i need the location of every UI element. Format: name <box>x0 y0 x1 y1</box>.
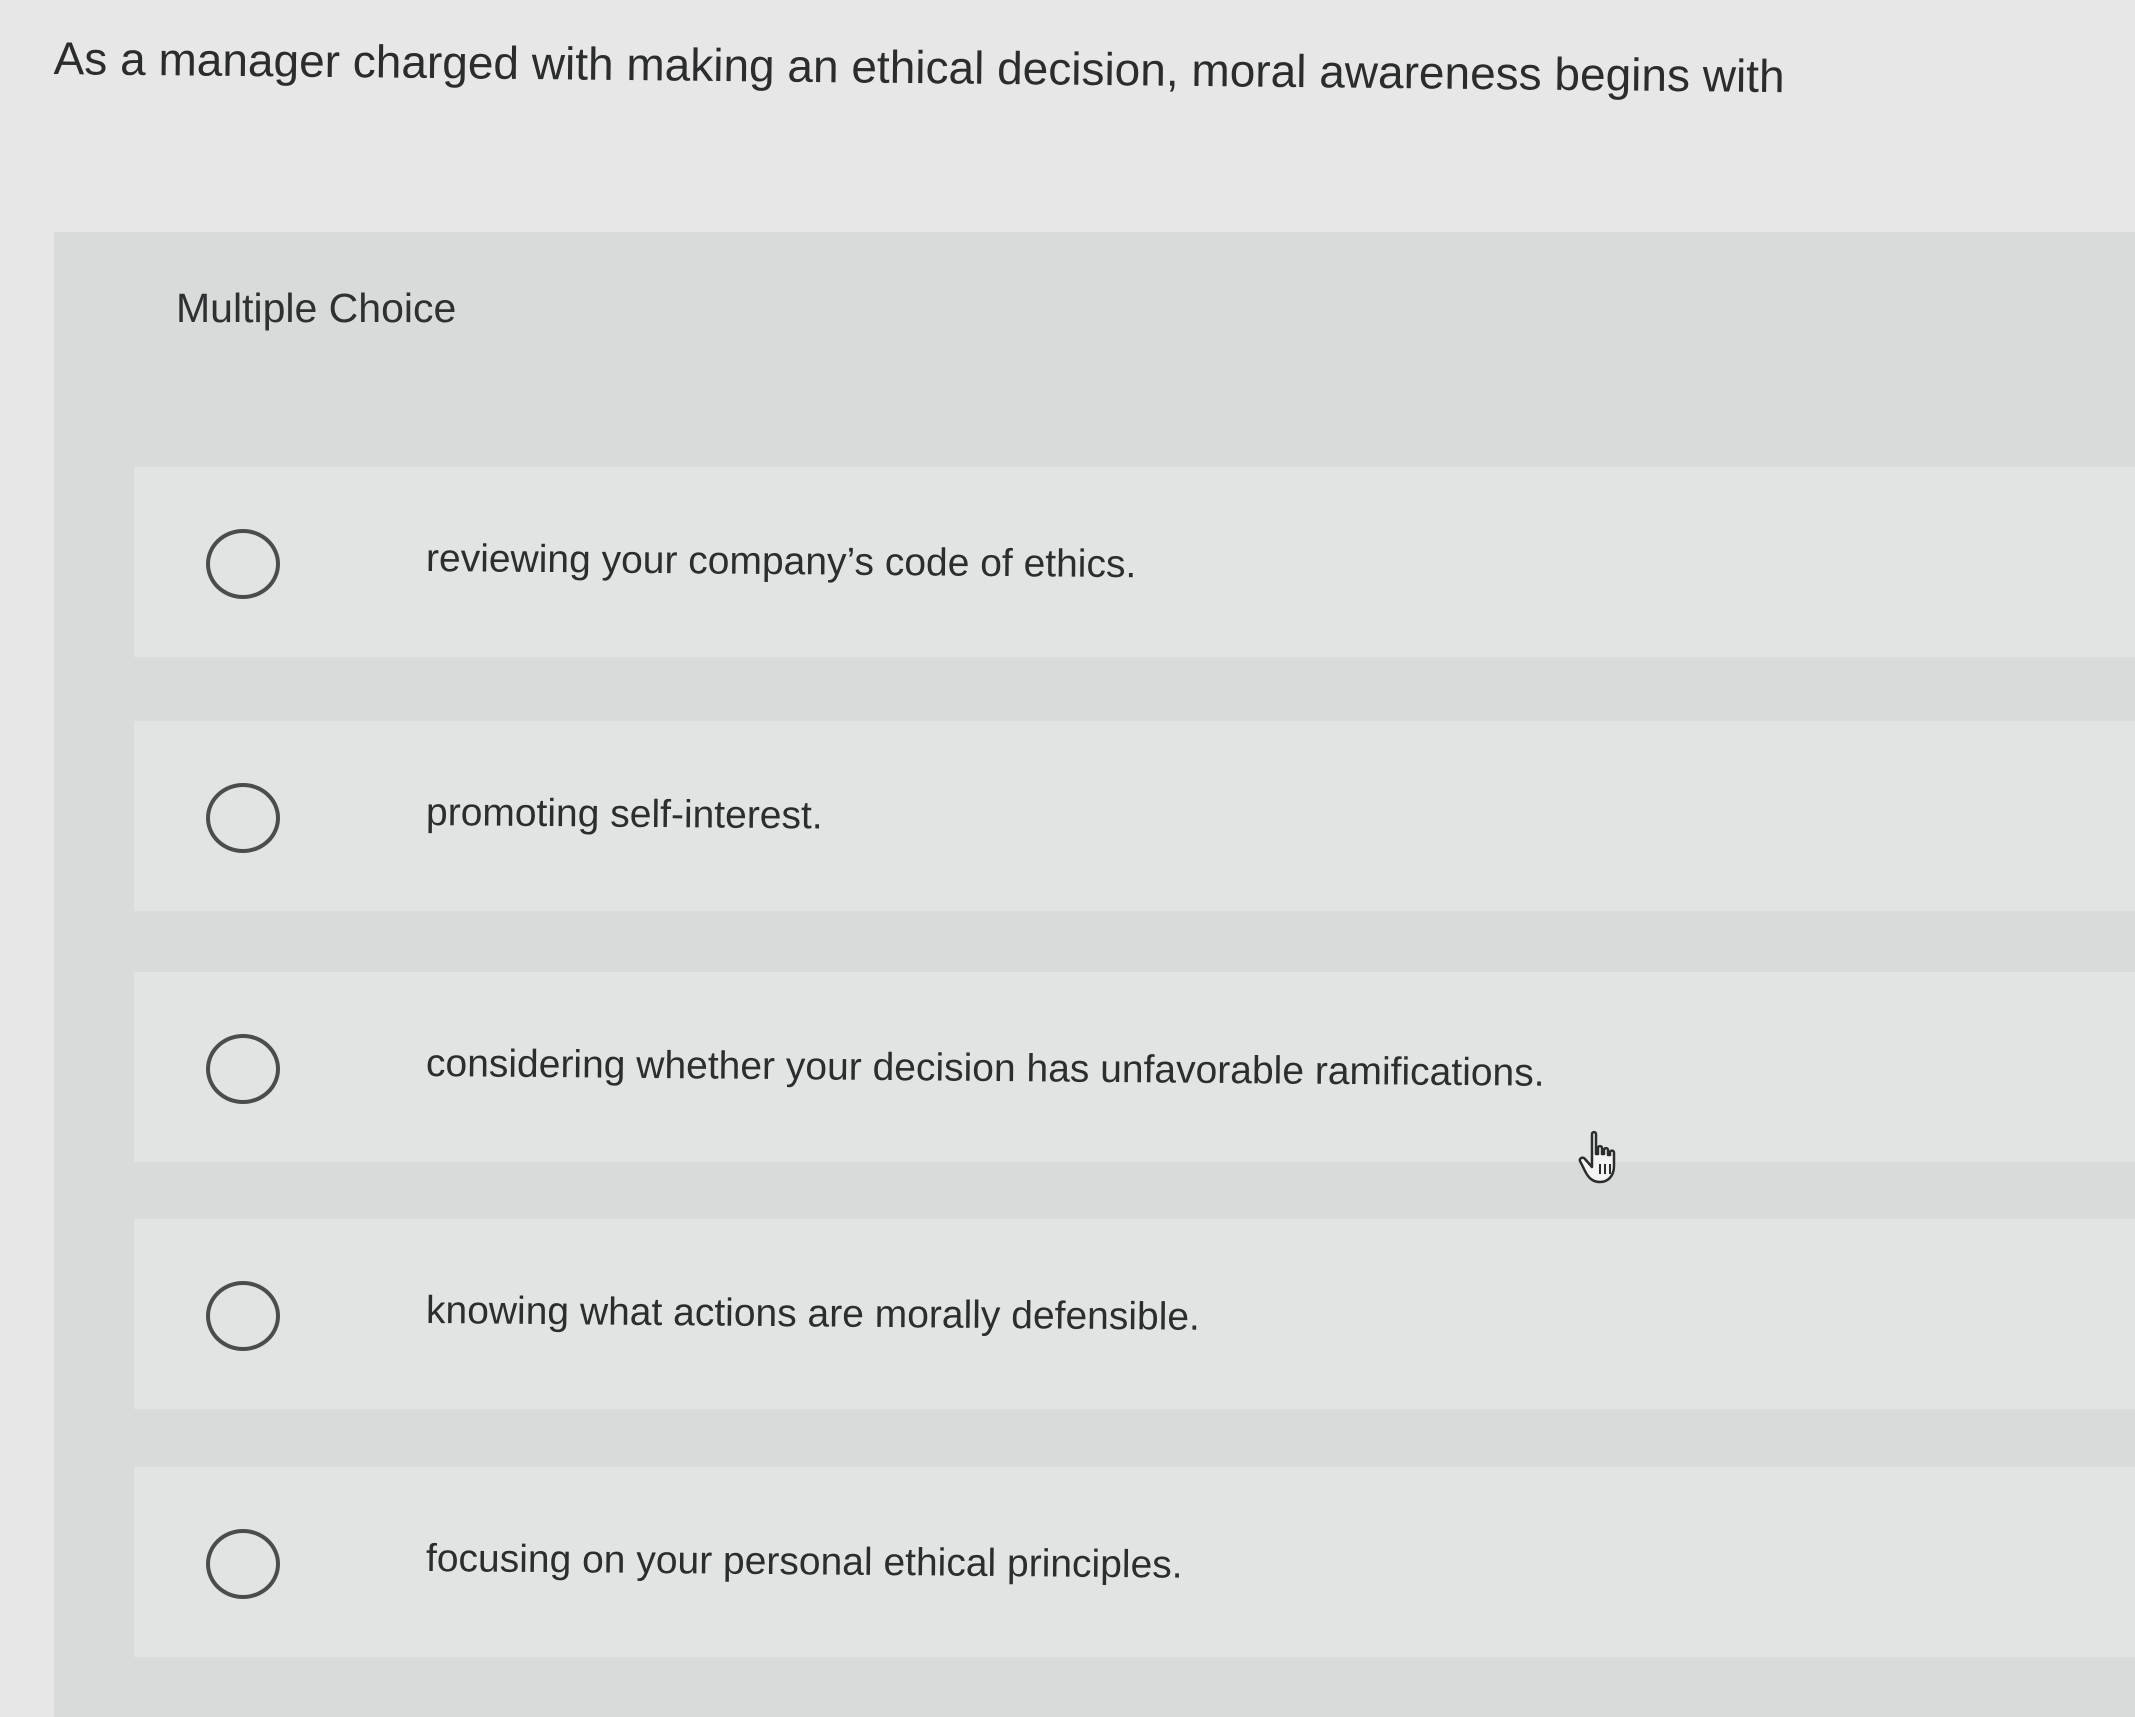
radio-button[interactable] <box>206 529 280 599</box>
answer-option-label: promoting self-interest. <box>425 791 823 838</box>
radio-button[interactable] <box>206 1281 280 1351</box>
radio-button[interactable] <box>206 783 280 853</box>
answer-option-1[interactable]: reviewing your company’s code of ethics. <box>134 467 2135 657</box>
panel-title: Multiple Choice <box>176 285 457 331</box>
radio-button[interactable] <box>206 1529 280 1599</box>
answer-option-label: considering whether your decision has un… <box>425 1042 1545 1095</box>
question-text: As a manager charged with making an ethi… <box>53 31 1785 103</box>
multiple-choice-panel: Multiple Choice reviewing your company’s… <box>54 232 2135 1717</box>
answer-option-label: focusing on your personal ethical princi… <box>425 1537 1183 1587</box>
answer-option-label: reviewing your company’s code of ethics. <box>425 537 1137 587</box>
answer-option-4[interactable]: knowing what actions are morally defensi… <box>134 1219 2135 1409</box>
answer-option-3[interactable]: considering whether your decision has un… <box>134 972 2135 1162</box>
answer-option-label: knowing what actions are morally defensi… <box>425 1289 1201 1339</box>
hand-pointer-icon <box>1576 1130 1628 1188</box>
radio-button[interactable] <box>206 1034 280 1104</box>
answer-option-2[interactable]: promoting self-interest. <box>134 721 2135 911</box>
answer-option-5[interactable]: focusing on your personal ethical princi… <box>134 1467 2135 1657</box>
